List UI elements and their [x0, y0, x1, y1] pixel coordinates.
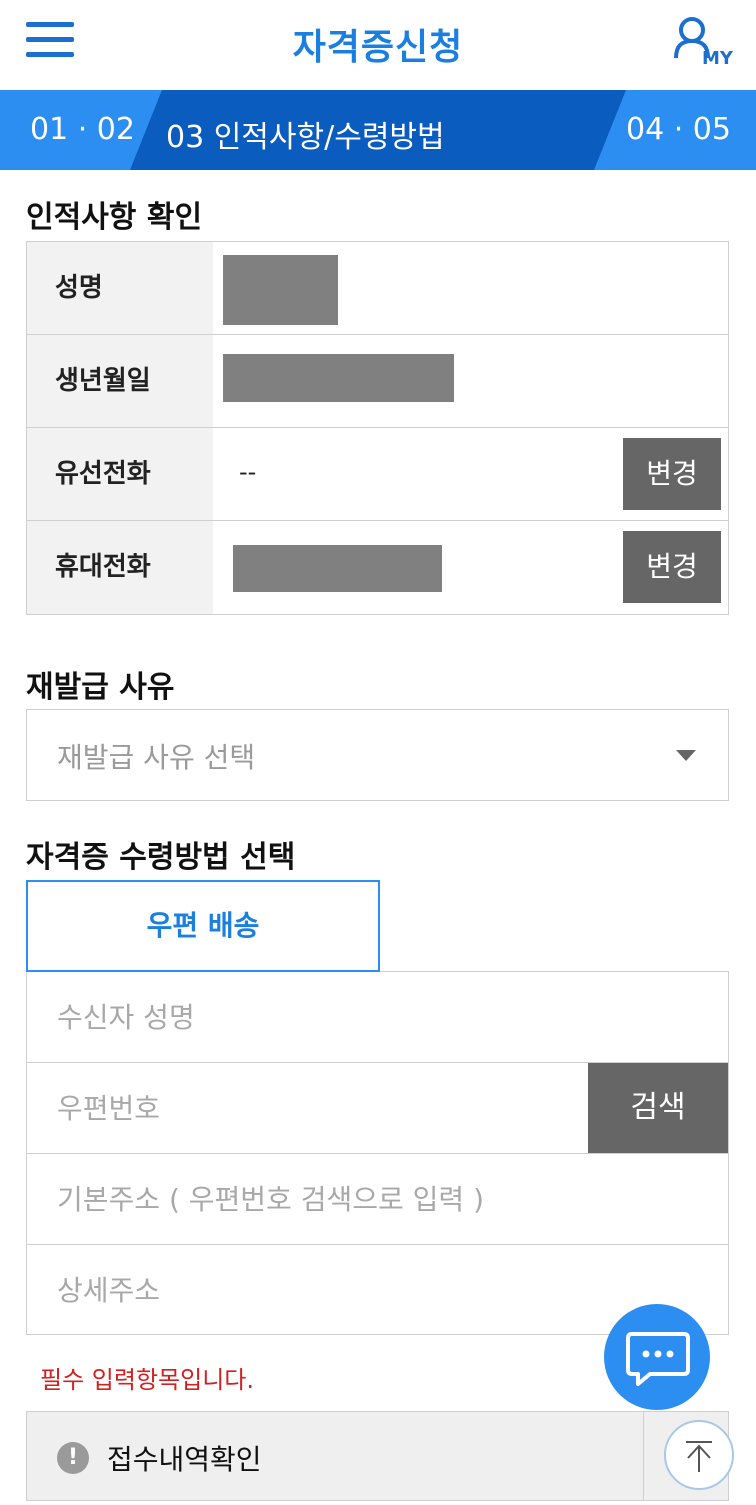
landline-label: 유선전화	[27, 428, 213, 520]
zip-row: 검색	[27, 1063, 728, 1154]
chat-icon	[626, 1332, 690, 1386]
birthdate-label: 생년월일	[27, 335, 213, 427]
recipient-row	[27, 972, 728, 1063]
chevron-down-icon	[676, 750, 696, 761]
user-icon[interactable]: MY	[672, 14, 738, 74]
base-address-input[interactable]	[27, 1154, 728, 1244]
receive-method-title: 자격증 수령방법 선택	[26, 840, 296, 875]
landline-value: -- 변경	[213, 428, 728, 520]
name-label: 성명	[27, 242, 213, 334]
zip-search-button[interactable]: 검색	[588, 1063, 728, 1153]
table-row-landline: 유선전화 -- 변경	[27, 428, 728, 521]
redacted-name	[223, 255, 338, 325]
table-row-name: 성명	[27, 242, 728, 335]
step-current: 03 인적사항/수령방법	[166, 120, 445, 155]
mobile-label: 휴대전화	[27, 521, 213, 614]
reissue-reason-title: 재발급 사유	[26, 670, 175, 705]
application-history-button[interactable]: ! 접수내역확인	[26, 1411, 729, 1501]
zip-code-input[interactable]	[27, 1063, 587, 1153]
app-header: 자격증신청 MY	[0, 0, 756, 88]
personal-info-table: 성명 생년월일 유선전화 -- 변경 휴대전화 변경	[26, 241, 729, 615]
redacted-birthdate	[223, 354, 454, 402]
page-title: 자격증신청	[292, 27, 464, 68]
chat-button[interactable]	[604, 1304, 710, 1410]
divider	[643, 1412, 644, 1500]
reissue-reason-placeholder: 재발급 사유 선택	[57, 741, 256, 774]
step-progress-bar: 01 · 02 03 인적사항/수령방법 04 · 05	[0, 90, 756, 170]
recipient-name-input[interactable]	[27, 972, 728, 1062]
required-field-message: 필수 입력항목입니다.	[40, 1366, 254, 1394]
step-next: 04 · 05	[626, 112, 731, 147]
application-history-label: 접수내역확인	[107, 1443, 262, 1476]
tab-postal-delivery[interactable]: 우편 배송	[26, 880, 380, 972]
name-value	[213, 242, 728, 334]
table-row-birthdate: 생년월일	[27, 335, 728, 428]
landline-number: --	[239, 458, 257, 486]
table-row-mobile: 휴대전화 변경	[27, 521, 728, 614]
my-label: MY	[702, 48, 733, 69]
step-previous: 01 · 02	[30, 112, 135, 147]
arrow-up-icon	[686, 1441, 712, 1472]
mobile-value: 변경	[213, 521, 728, 614]
scroll-top-button[interactable]	[664, 1420, 734, 1490]
base-address-row	[27, 1154, 728, 1245]
redacted-mobile	[233, 545, 442, 592]
alert-icon: !	[57, 1442, 89, 1474]
reissue-reason-select[interactable]: 재발급 사유 선택	[26, 709, 729, 801]
change-mobile-button[interactable]: 변경	[623, 531, 721, 603]
personal-info-title: 인적사항 확인	[26, 200, 203, 235]
change-landline-button[interactable]: 변경	[623, 438, 721, 510]
birthdate-value	[213, 335, 728, 427]
address-form: 검색	[26, 971, 729, 1336]
